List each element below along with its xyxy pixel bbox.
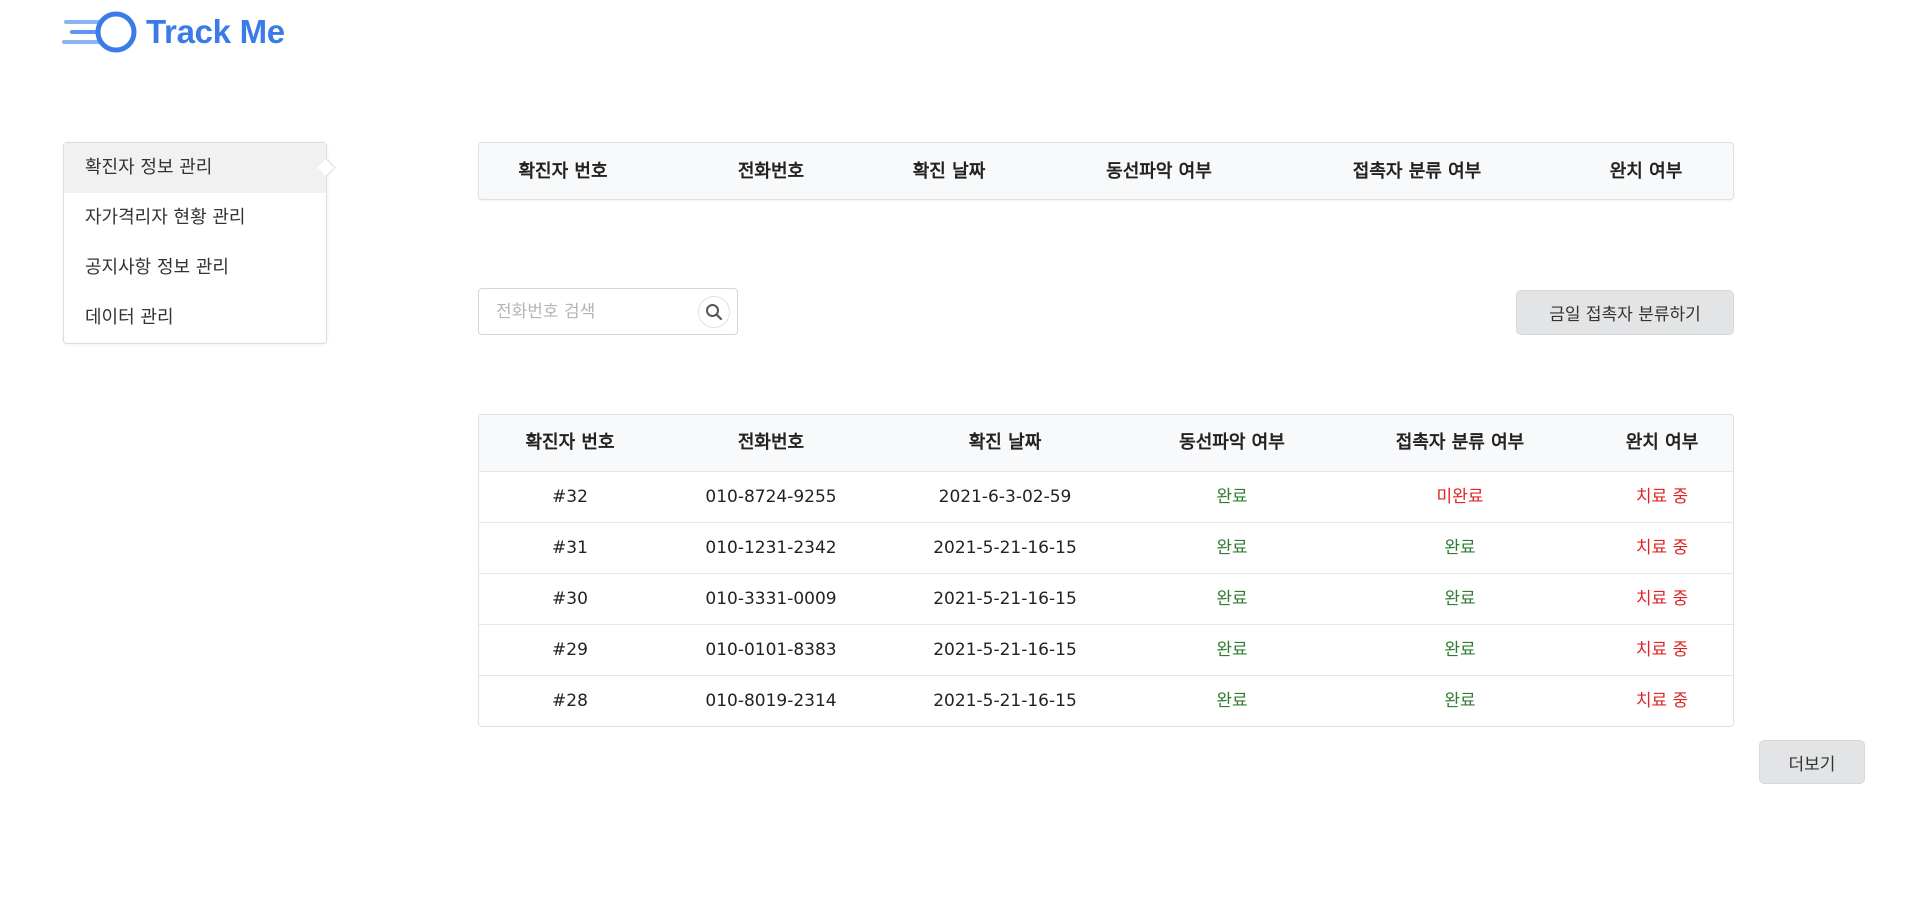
cell-cured-status: 치료 중 [1635,691,1689,711]
cell-patient-id: #31 [552,538,588,558]
col-cured[interactable]: 완치 여부 [1626,415,1699,471]
brand-logo[interactable]: Track Me [62,8,285,56]
cell-route-status: 완료 [1216,691,1248,711]
phone-search-input[interactable] [479,289,689,334]
cell-contact-status: 완료 [1444,640,1476,660]
summary-col-route: 동선파악 여부 [1106,161,1212,182]
cell-patient-id: #28 [552,691,588,711]
search-button[interactable] [698,296,730,328]
table-row[interactable]: #31 010-1231-2342 2021-5-21-16-15 완료 완료 … [479,522,1733,573]
cell-route-status: 완료 [1216,589,1248,609]
col-date[interactable]: 확진 날짜 [969,415,1042,471]
cell-route-status: 완료 [1216,487,1248,507]
table-row[interactable]: #30 010-3331-0009 2021-5-21-16-15 완료 완료 … [479,573,1733,624]
cell-contact-status: 완료 [1444,691,1476,711]
sidebar-item-confirmed-patients[interactable]: 확진자 정보 관리 [64,143,326,193]
cell-contact-status: 미완료 [1436,487,1484,507]
running-circle-logo-icon [62,11,137,53]
cell-route-status: 완료 [1216,538,1248,558]
search-icon [706,304,723,321]
load-more-button[interactable]: 더보기 [1759,740,1865,784]
col-phone[interactable]: 전화번호 [738,415,804,471]
cell-cured-status: 치료 중 [1635,640,1689,660]
cell-phone: 010-8724-9255 [705,487,837,507]
cell-date: 2021-5-21-16-15 [933,589,1077,609]
sidebar-item-data[interactable]: 데이터 관리 [64,293,326,343]
cell-patient-id: #32 [552,487,588,507]
cell-cured-status: 치료 중 [1635,589,1689,609]
summary-col-contact: 접촉자 분류 여부 [1352,161,1482,182]
col-route[interactable]: 동선파악 여부 [1179,415,1285,471]
cell-contact-status: 완료 [1444,589,1476,609]
cell-phone: 010-0101-8383 [705,640,837,660]
table-row[interactable]: #29 010-0101-8383 2021-5-21-16-15 완료 완료 … [479,624,1733,675]
table-row[interactable]: #28 010-8019-2314 2021-5-21-16-15 완료 완료 … [479,675,1733,726]
col-patient-id[interactable]: 확진자 번호 [525,415,614,471]
cell-patient-id: #29 [552,640,588,660]
cell-route-status: 완료 [1216,640,1248,660]
col-contact[interactable]: 접촉자 분류 여부 [1396,415,1524,471]
summary-header-bar: 확진자 번호 전화번호 확진 날짜 동선파악 여부 접촉자 분류 여부 완치 여… [478,142,1734,200]
cell-cured-status: 치료 중 [1635,487,1689,507]
summary-col-phone: 전화번호 [737,161,805,182]
summary-col-date: 확진 날짜 [912,161,986,182]
patients-table: 확진자 번호 전화번호 확진 날짜 동선파악 여부 접촉자 분류 여부 완치 여… [478,414,1734,727]
cell-date: 2021-5-21-16-15 [933,640,1077,660]
cell-date: 2021-5-21-16-15 [933,691,1077,711]
cell-phone: 010-8019-2314 [705,691,837,711]
cell-phone: 010-3331-0009 [705,589,837,609]
cell-contact-status: 완료 [1444,538,1476,558]
cell-patient-id: #30 [552,589,588,609]
cell-date: 2021-5-21-16-15 [933,538,1077,558]
summary-col-patient-id: 확진자 번호 [518,161,608,182]
sidebar-item-self-quarantine[interactable]: 자가격리자 현황 관리 [64,193,326,243]
brand-name: Track Me [146,13,285,50]
table-row[interactable]: #32 010-8724-9255 2021-6-3-02-59 완료 미완료 … [479,471,1733,522]
cell-phone: 010-1231-2342 [705,538,837,558]
classify-today-contacts-button[interactable]: 금일 접촉자 분류하기 [1516,290,1734,335]
sidebar-item-notices[interactable]: 공지사항 정보 관리 [64,243,326,293]
table-header-row: 확진자 번호 전화번호 확진 날짜 동선파악 여부 접촉자 분류 여부 완치 여… [479,415,1733,471]
sidebar-menu: 확진자 정보 관리 자가격리자 현황 관리 공지사항 정보 관리 데이터 관리 [63,142,327,344]
cell-date: 2021-6-3-02-59 [938,487,1072,507]
search-box [478,288,738,335]
summary-col-cured: 완치 여부 [1609,161,1683,182]
cell-cured-status: 치료 중 [1635,538,1689,558]
